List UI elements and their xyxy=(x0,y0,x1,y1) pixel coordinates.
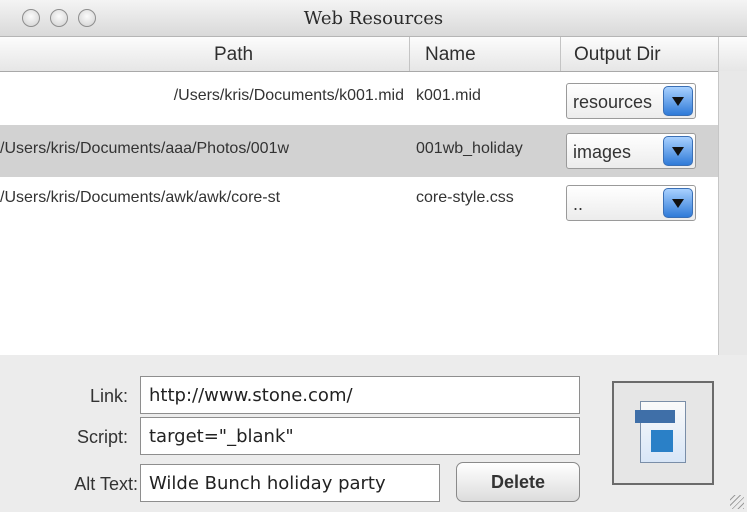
script-label: Script: xyxy=(76,427,128,447)
chevron-down-icon[interactable] xyxy=(663,188,693,218)
name-cell: core-style.css xyxy=(416,189,514,206)
table-row[interactable]: /Users/kris/Documents/awk/awk/core-st co… xyxy=(0,177,718,229)
delete-button[interactable]: Delete xyxy=(456,462,580,502)
alt-text-field[interactable]: Wilde Bunch holiday party xyxy=(140,464,440,502)
path-cell: /Users/kris/Documents/aaa/Photos/001w xyxy=(0,140,290,157)
table-row-selected[interactable]: /Users/kris/Documents/aaa/Photos/001w 00… xyxy=(0,125,718,177)
script-field-value: target="_blank" xyxy=(149,426,294,447)
name-cell: k001.mid xyxy=(416,87,481,104)
output-dir-value: resources xyxy=(573,92,653,112)
column-header-name[interactable]: Name xyxy=(425,44,476,66)
column-header-path[interactable]: Path xyxy=(214,44,253,66)
chevron-down-icon[interactable] xyxy=(663,86,693,116)
title-bar[interactable]: Web Resources xyxy=(0,0,747,37)
alt-text-field-value: Wilde Bunch holiday party xyxy=(149,473,386,494)
output-dir-value: .. xyxy=(573,194,584,214)
table-row[interactable]: /Users/kris/Documents/k001.mid k001.mid … xyxy=(0,71,718,125)
name-cell: 001wb_holiday xyxy=(416,140,523,157)
link-field[interactable]: http://www.stone.com/ xyxy=(140,376,580,414)
output-dir-value: images xyxy=(573,142,632,162)
preview-well[interactable] xyxy=(612,381,714,485)
column-divider[interactable] xyxy=(409,37,410,71)
chevron-down-icon[interactable] xyxy=(663,136,693,166)
vertical-scrollbar[interactable] xyxy=(718,71,747,355)
path-cell: /Users/kris/Documents/k001.mid xyxy=(173,87,404,104)
output-dir-popup[interactable]: images xyxy=(566,133,696,169)
table-header: Path Name Output Dir xyxy=(0,37,747,72)
link-label: Link: xyxy=(89,386,128,406)
column-header-output-dir[interactable]: Output Dir xyxy=(574,44,661,66)
link-field-value: http://www.stone.com/ xyxy=(149,385,353,406)
window-title: Web Resources xyxy=(303,8,444,29)
output-dir-popup[interactable]: .. xyxy=(566,185,696,221)
column-divider xyxy=(718,37,719,71)
path-cell: /Users/kris/Documents/awk/awk/core-st xyxy=(0,189,281,206)
resize-grip-icon[interactable] xyxy=(730,495,744,509)
script-field[interactable]: target="_blank" xyxy=(140,417,580,455)
alt-text-label: Alt Text: xyxy=(74,474,138,494)
output-dir-popup[interactable]: resources xyxy=(566,83,696,119)
column-divider[interactable] xyxy=(560,37,561,71)
resources-table: Path Name Output Dir /Users/kris/Documen… xyxy=(0,37,747,355)
image-document-icon xyxy=(635,401,686,463)
